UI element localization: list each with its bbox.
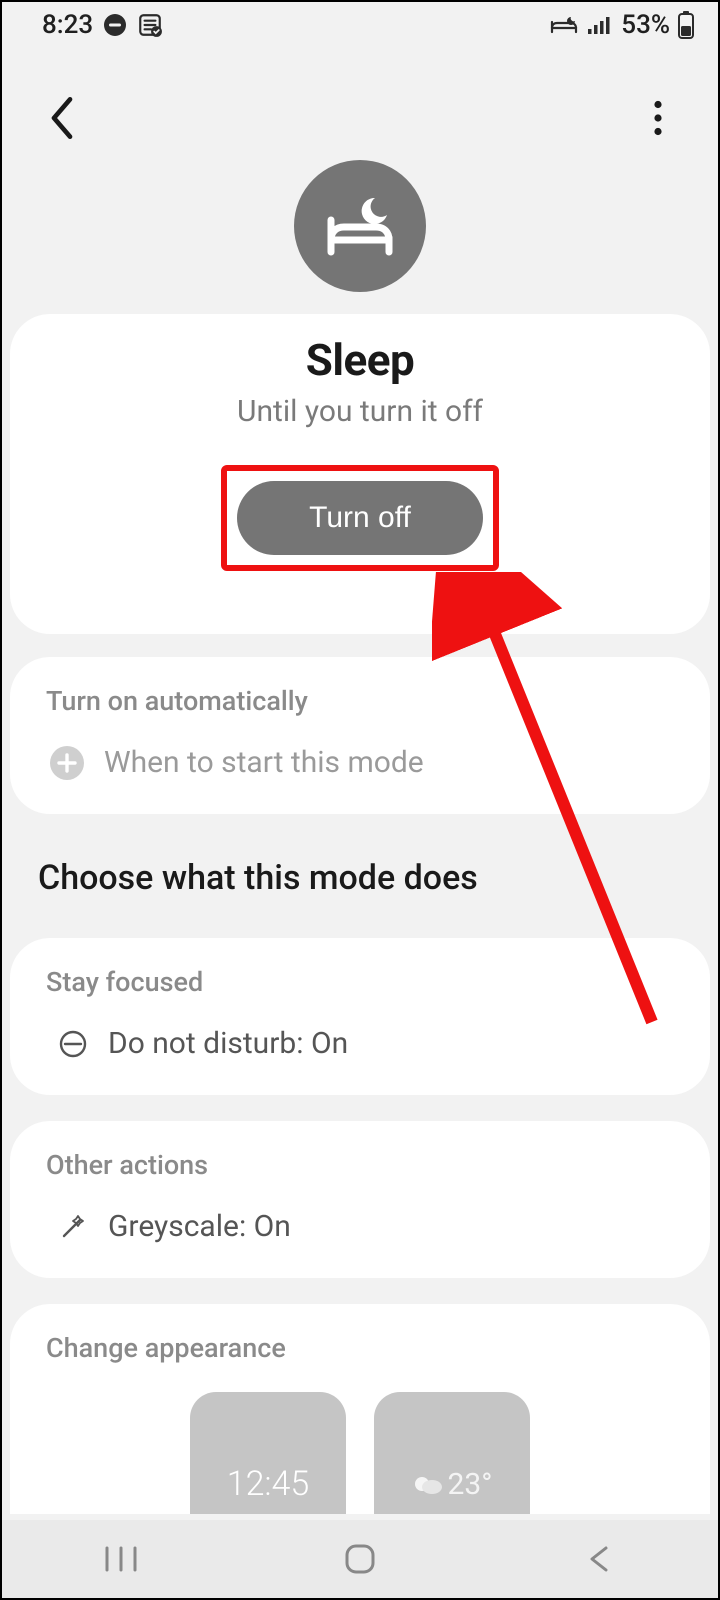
section-stay-focused[interactable]: Stay focused Do not disturb: On <box>10 938 710 1095</box>
battery-pct: 53% <box>621 10 670 40</box>
section-auto-on[interactable]: Turn on automatically When to start this… <box>10 657 710 814</box>
status-time: 8:23 <box>42 10 93 40</box>
dnd-outline-icon <box>58 1029 88 1059</box>
dnd-status-icon <box>103 13 127 37</box>
notification-icon <box>137 12 163 38</box>
section-change-appearance[interactable]: Change appearance 12:45 23° <box>10 1304 710 1514</box>
battery-icon <box>678 11 694 39</box>
preview-lockscreen[interactable]: 12:45 <box>190 1392 346 1514</box>
chevron-left-icon <box>45 94 79 142</box>
more-options-button[interactable] <box>630 90 686 146</box>
mode-title: Sleep <box>306 334 415 386</box>
turn-off-button[interactable]: Turn off <box>237 481 483 555</box>
section-other-actions[interactable]: Other actions Greyscale: On <box>10 1121 710 1278</box>
section-label-appearance: Change appearance <box>46 1332 674 1364</box>
more-vertical-icon <box>653 100 663 136</box>
section-label-auto: Turn on automatically <box>46 685 674 717</box>
weather-cloud-icon <box>412 1472 444 1496</box>
status-bar: 8:23 53% <box>2 2 718 44</box>
nav-back-button[interactable] <box>559 1539 639 1579</box>
preview-homescreen[interactable]: 23° <box>374 1392 530 1514</box>
preview-clock: 12:45 <box>227 1464 310 1504</box>
status-left: 8:23 <box>42 10 163 40</box>
system-navbar <box>2 1520 718 1598</box>
appearance-previews: 12:45 23° <box>46 1392 674 1514</box>
row-dnd[interactable]: Do not disturb: On <box>46 1022 674 1067</box>
mode-hero: Sleep Until you turn it off Turn off <box>2 160 718 631</box>
back-button[interactable] <box>34 90 90 146</box>
annotation-highlight-box: Turn off <box>221 465 499 571</box>
sleep-bed-icon <box>319 190 401 262</box>
nav-home-button[interactable] <box>320 1539 400 1579</box>
row-greyscale[interactable]: Greyscale: On <box>46 1205 674 1250</box>
page-header <box>2 44 718 146</box>
wand-icon <box>58 1212 88 1242</box>
section-label-focus: Stay focused <box>46 966 674 998</box>
plus-circle-icon <box>50 746 84 780</box>
status-right: 53% <box>549 10 694 40</box>
nav-back-icon <box>586 1544 612 1574</box>
section-label-other: Other actions <box>46 1149 674 1181</box>
mode-subtitle: Until you turn it off <box>237 394 483 429</box>
row-when-to-start[interactable]: When to start this mode <box>46 741 674 786</box>
preview-weather-row: 23° <box>412 1467 493 1502</box>
choose-heading: Choose what this mode does <box>38 858 682 898</box>
signal-icon <box>587 15 613 35</box>
row-text: Greyscale: On <box>108 1209 291 1244</box>
bed-icon <box>549 14 579 36</box>
nav-recent-icon <box>102 1544 140 1574</box>
nav-recent-button[interactable] <box>81 1539 161 1579</box>
nav-home-icon <box>343 1542 377 1576</box>
row-text: Do not disturb: On <box>108 1026 348 1061</box>
mode-icon-circle <box>294 160 426 292</box>
preview-temp: 23° <box>448 1467 493 1502</box>
row-text: When to start this mode <box>104 745 424 780</box>
